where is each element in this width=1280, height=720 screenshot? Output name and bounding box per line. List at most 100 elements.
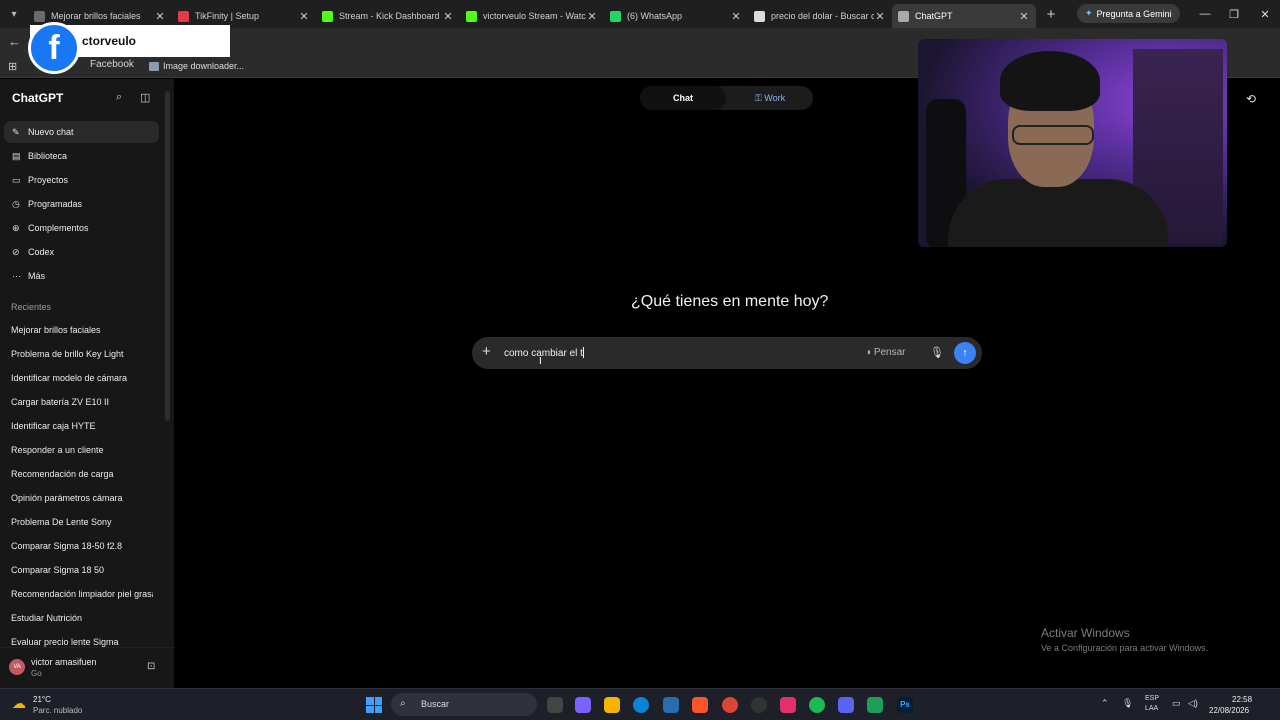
tab-chat[interactable]: Chat — [640, 86, 726, 110]
spotify-icon[interactable] — [809, 697, 825, 713]
ask-gemini-label: Pregunta a Gemini — [1096, 8, 1172, 19]
taskbar-search[interactable]: ⌕ Buscar — [391, 693, 537, 716]
sidebar-item-label: Complementos — [28, 223, 89, 233]
obs-icon[interactable] — [751, 697, 767, 713]
whatsapp-desktop-icon[interactable] — [867, 697, 883, 713]
prompt-composer: + como cambiar el t ◑ Pensar 🎙 ↑ — [472, 337, 982, 369]
recent-chat-item[interactable]: Comparar Sigma 18-50 f2.8 — [11, 541, 153, 551]
tab-close-icon[interactable]: ✕ — [1018, 10, 1030, 23]
weather-temperature: 21°C — [33, 695, 51, 704]
clock-date: 22/08/2026 — [1209, 706, 1250, 715]
tab-title: ChatGPT — [915, 11, 953, 21]
tab-search-chevron-icon[interactable]: ▾ — [0, 0, 28, 28]
recent-chat-item[interactable]: Cargar batería ZV E10 II — [11, 397, 153, 407]
browser-tab[interactable]: ChatGPT ✕ — [892, 4, 1036, 28]
browser-tab[interactable]: precio del dolar - Buscar c ✕ — [748, 4, 892, 28]
tab-close-icon[interactable]: ✕ — [154, 10, 166, 23]
browser-tab[interactable]: victorveulo Stream - Watch ✕ — [460, 4, 604, 28]
user-account[interactable]: VA victor amasifuen Go ⊡ — [0, 647, 174, 688]
store-icon[interactable] — [663, 697, 679, 713]
sidebar-item-complementos[interactable]: ⊕ Complementos — [4, 217, 159, 239]
language-indicator[interactable]: ESP — [1145, 695, 1159, 702]
microphone-icon[interactable]: 🎙 — [930, 346, 944, 359]
facebook-logo-icon: f — [28, 22, 80, 74]
sidebar-item-programadas[interactable]: ◷ Programadas — [4, 193, 159, 215]
tab-close-icon[interactable]: ✕ — [442, 10, 454, 23]
temporary-chat-icon[interactable]: ⟲ — [1246, 92, 1256, 106]
prompt-input[interactable]: como cambiar el t — [504, 347, 584, 359]
sidebar-scrollbar[interactable] — [165, 91, 170, 421]
restore-icon[interactable]: ❐ — [1219, 0, 1249, 28]
brave-icon[interactable] — [692, 697, 708, 713]
attach-plus-icon[interactable]: + — [482, 343, 491, 360]
sidebar-item-label: Más — [28, 271, 46, 281]
facebook-caption: Facebook — [90, 59, 134, 70]
text-caret — [582, 347, 584, 358]
sidebar-item-más[interactable]: ··· Más — [4, 265, 159, 287]
chrome-icon[interactable] — [722, 697, 738, 713]
think-label: Pensar — [873, 347, 906, 358]
network-icon[interactable]: ▭ — [1172, 698, 1181, 709]
image-icon — [149, 61, 159, 71]
sidebar-item-label: Biblioteca — [28, 151, 68, 161]
tab-work[interactable]: ⚿ Work — [727, 86, 813, 110]
prompt-input-text: como cambiar el t — [504, 348, 583, 359]
browser-tab[interactable]: Stream - Kick Dashboard ✕ — [316, 4, 460, 28]
upgrade-icon[interactable]: ⊡ — [147, 661, 155, 672]
sidebar-item-codex[interactable]: ⊘ Codex — [4, 241, 159, 263]
task-view-icon[interactable] — [547, 697, 563, 713]
sidebar-item-proyectos[interactable]: ▭ Proyectos — [4, 169, 159, 191]
clock-time[interactable]: 22:58 — [1232, 695, 1252, 704]
discord-icon[interactable] — [838, 697, 854, 713]
browser-tab[interactable]: (6) WhatsApp ✕ — [604, 4, 748, 28]
ask-gemini-button[interactable]: ✦ Pregunta a Gemini — [1077, 4, 1180, 23]
tab-close-icon[interactable]: ✕ — [874, 10, 886, 23]
recent-chat-item[interactable]: Recomendación de carga — [11, 469, 153, 479]
plugin-icon: ⊕ — [12, 222, 20, 233]
tab-favicon-icon — [178, 10, 189, 22]
tray-overflow-icon[interactable]: ⌃ — [1101, 698, 1109, 709]
weather-icon[interactable]: ☁ — [12, 695, 26, 712]
recent-chat-item[interactable]: Opinión parámetros cámara — [11, 493, 153, 503]
recent-chat-item[interactable]: Identificar caja HYTE — [11, 421, 153, 431]
recent-chat-item[interactable]: Estudiar Nutrición — [11, 613, 153, 623]
facebook-username: ctorveulo — [82, 34, 137, 48]
tab-title: victorveulo Stream - Watch — [483, 11, 586, 21]
photoshop-icon[interactable]: Ps — [897, 697, 913, 713]
sidebar-item-nuevo-chat[interactable]: ✎ Nuevo chat — [4, 121, 159, 143]
minimize-icon[interactable]: — — [1190, 0, 1220, 28]
recent-chat-item[interactable]: Problema de brillo Key Light — [11, 349, 153, 359]
recent-chat-item[interactable]: Responder a un cliente — [11, 445, 153, 455]
edge-icon[interactable] — [633, 697, 649, 713]
windows-start-icon[interactable] — [366, 697, 382, 713]
recent-chat-item[interactable]: Problema De Lente Sony — [11, 517, 153, 527]
tab-favicon-icon — [898, 10, 909, 22]
think-button[interactable]: ◑ Pensar — [865, 347, 906, 358]
search-icon[interactable]: ⌕ — [116, 91, 122, 104]
copilot-icon[interactable] — [575, 697, 591, 713]
bookmark-image-downloader[interactable]: Image downloader... — [149, 61, 244, 71]
tab-close-icon[interactable]: ✕ — [298, 10, 310, 23]
tab-close-icon[interactable]: ✕ — [586, 10, 598, 23]
new-tab-button[interactable]: + — [1040, 6, 1062, 23]
recent-chat-item[interactable]: Evaluar precio lente Sigma — [11, 637, 153, 647]
recent-chat-item[interactable]: Identificar modelo de cámara — [11, 373, 153, 383]
sidebar-toggle-icon[interactable]: ◫ — [140, 91, 150, 104]
chatgpt-sidebar: ChatGPT ⌕ ◫ ✎ Nuevo chat ▤ Biblioteca ▭ Proye… — [0, 79, 174, 688]
send-button[interactable]: ↑ — [954, 342, 976, 364]
recent-chat-item[interactable]: Comparar Sigma 18 50 — [11, 565, 153, 575]
browser-tab-strip: ▾ Mejorar brillos faciales ✕ TikFinity | S… — [0, 0, 1280, 28]
text-cursor-icon: I — [539, 356, 542, 367]
recent-chat-item[interactable]: Mejorar brillos faciales — [11, 325, 153, 335]
tab-close-icon[interactable]: ✕ — [730, 10, 742, 23]
close-window-icon[interactable]: ✕ — [1250, 0, 1280, 28]
tiktok-live-icon[interactable] — [780, 697, 796, 713]
file-explorer-icon[interactable] — [604, 697, 620, 713]
volume-icon[interactable]: ◁) — [1188, 698, 1198, 709]
back-arrow-icon[interactable]: ← — [8, 34, 21, 49]
apps-grid-icon[interactable]: ⊞ — [8, 60, 17, 73]
tray-mic-icon[interactable]: 🎙 — [1122, 698, 1133, 709]
recent-chat-item[interactable]: Recomendación limpiador piel grasa — [11, 589, 153, 599]
sidebar-item-biblioteca[interactable]: ▤ Biblioteca — [4, 145, 159, 167]
tab-title: (6) WhatsApp — [627, 11, 683, 21]
